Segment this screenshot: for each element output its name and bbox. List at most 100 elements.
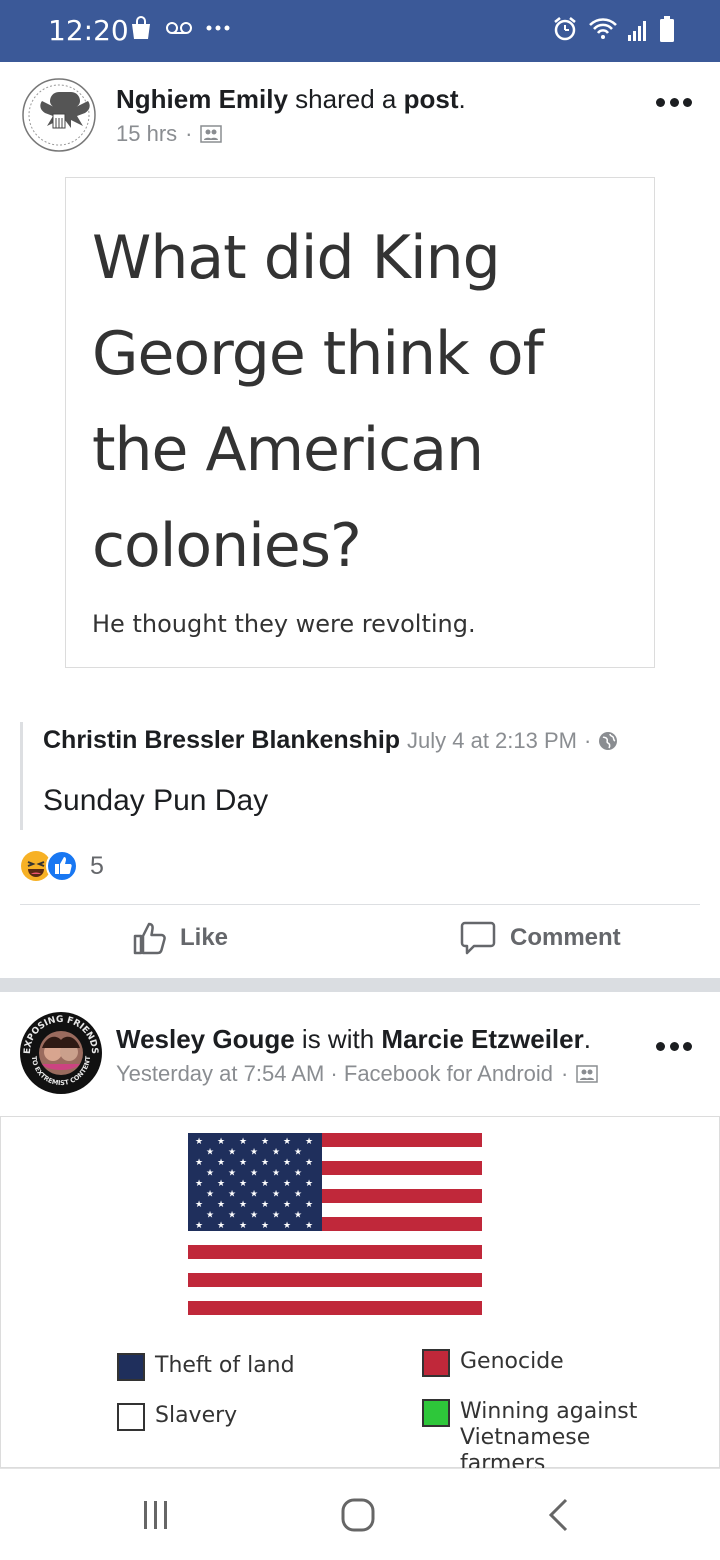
- battery-icon: [660, 16, 674, 42]
- voicemail-icon: [166, 22, 192, 34]
- flag-star: ★: [305, 1179, 313, 1189]
- divider: [20, 904, 700, 905]
- flag-star: ★: [195, 1221, 203, 1231]
- flag-star: ★: [305, 1221, 313, 1231]
- legend-swatch: [422, 1399, 450, 1427]
- flag-star: ★: [305, 1158, 313, 1168]
- shared-author-name[interactable]: Christin Bressler Blankenship: [43, 726, 400, 754]
- shared-post-attribution[interactable]: Christin Bressler Blankenship July 4 at …: [20, 722, 700, 830]
- flag-star: ★: [217, 1158, 225, 1168]
- flag-star: ★: [261, 1158, 269, 1168]
- flag-star: ★: [294, 1148, 302, 1158]
- flag-star: ★: [217, 1137, 225, 1147]
- flag-star: ★: [206, 1169, 214, 1179]
- more-notifications-icon: [206, 25, 230, 31]
- flag-star: ★: [217, 1221, 225, 1231]
- globe-icon: [599, 732, 618, 750]
- flag-star: ★: [305, 1137, 313, 1147]
- flag-star: ★: [228, 1211, 236, 1221]
- status-time: 12:20: [48, 14, 129, 47]
- flag-star: ★: [250, 1190, 258, 1200]
- flag-star: ★: [283, 1200, 291, 1210]
- post-header-title: Nghiem Emily shared a post.: [116, 84, 466, 114]
- thumbs-up-icon: [133, 922, 166, 955]
- feed-separator: [0, 978, 720, 992]
- legend-item: Theft of land: [117, 1353, 295, 1381]
- legend-swatch: [117, 1403, 145, 1431]
- flag-star: ★: [261, 1137, 269, 1147]
- back-icon[interactable]: [546, 1497, 572, 1533]
- friends-privacy-icon: [200, 125, 223, 143]
- flag-star: ★: [195, 1137, 203, 1147]
- meme-answer: He thought they were revolting.: [92, 610, 476, 638]
- flag-star: ★: [250, 1169, 258, 1179]
- flag-star: ★: [239, 1221, 247, 1231]
- author-name[interactable]: Wesley Gouge: [116, 1024, 295, 1054]
- post-link[interactable]: post: [404, 84, 459, 114]
- flag-star: ★: [272, 1169, 280, 1179]
- flag-star: ★: [228, 1190, 236, 1200]
- home-icon[interactable]: [340, 1497, 376, 1533]
- shopping-bag-icon: [132, 16, 150, 39]
- flag-star: ★: [250, 1211, 258, 1221]
- like-reaction-icon: [46, 850, 78, 882]
- tagged-person[interactable]: Marcie Etzweiler: [381, 1024, 583, 1054]
- flag-star: ★: [272, 1148, 280, 1158]
- comment-icon: [460, 921, 496, 955]
- shared-post-date[interactable]: July 4 at 2:13 PM: [407, 728, 577, 753]
- post-time[interactable]: 15 hrs: [116, 121, 177, 147]
- flag-star: ★: [283, 1179, 291, 1189]
- comment-button[interactable]: Comment: [460, 920, 621, 956]
- flag-star: ★: [217, 1200, 225, 1210]
- friends-privacy-icon: [576, 1065, 599, 1083]
- shared-post-text: Sunday Pun Day: [43, 784, 269, 817]
- flag-star: ★: [239, 1158, 247, 1168]
- flag-star: ★: [228, 1148, 236, 1158]
- legend-item: Genocide: [422, 1349, 564, 1377]
- flag-star: ★: [294, 1190, 302, 1200]
- flag-star: ★: [250, 1148, 258, 1158]
- flag-star: ★: [239, 1200, 247, 1210]
- post-time[interactable]: Yesterday at 7:54 AM · Facebook for Andr…: [116, 1061, 553, 1087]
- legend-swatch: [422, 1349, 450, 1377]
- flag-star: ★: [283, 1158, 291, 1168]
- meme-image[interactable]: What did King George think of the Americ…: [65, 177, 655, 668]
- recent-apps-icon[interactable]: [140, 1499, 172, 1531]
- group-avatar[interactable]: EXPOSING FRIENDS TO EXTREMIST CONTENT: [20, 1012, 102, 1094]
- legend-item: Slavery: [117, 1403, 237, 1431]
- reactions-summary[interactable]: 5: [20, 850, 104, 882]
- meme-question: What did King George think of the Americ…: [92, 223, 544, 581]
- flag-star: ★: [305, 1200, 313, 1210]
- wifi-icon: [589, 18, 617, 39]
- seal-avatar[interactable]: [20, 76, 98, 154]
- flag-star: ★: [294, 1211, 302, 1221]
- legend-swatch: [117, 1353, 145, 1381]
- flag-star: ★: [228, 1169, 236, 1179]
- flag-star: ★: [195, 1200, 203, 1210]
- alarm-icon: [554, 17, 576, 41]
- flag-star: ★: [206, 1148, 214, 1158]
- flag-star: ★: [261, 1221, 269, 1231]
- signal-icon: [628, 21, 646, 41]
- flag-star: ★: [283, 1137, 291, 1147]
- flag-image[interactable]: ★ ★ ★ ★ ★ ★ ★ ★ ★ ★ ★ ★ ★ ★ ★ ★ ★ ★ ★ ★ ★ ★ ★ ★ ★ ★ ★ ★ ★ ★ ★ ★ ★ ★ ★ ★ ★ ★ ★ ★…: [0, 1116, 720, 1476]
- flag-star: ★: [206, 1190, 214, 1200]
- post-header-title: Wesley Gouge is with Marcie Etzweiler.: [116, 1024, 591, 1054]
- post-options-button[interactable]: [656, 98, 692, 110]
- post-card: EXPOSING FRIENDS TO EXTREMIST CONTENT We…: [0, 992, 720, 1476]
- flag-star: ★: [217, 1179, 225, 1189]
- flag-star: ★: [239, 1179, 247, 1189]
- us-flag-illustration: ★ ★ ★ ★ ★ ★★ ★ ★ ★ ★★ ★ ★ ★ ★ ★★ ★ ★ ★ ★★ ★ ★ ★ ★ ★★ ★ ★ ★ ★★ ★ ★ ★ ★ ★★…: [188, 1133, 482, 1317]
- flag-star: ★: [272, 1190, 280, 1200]
- reaction-count: 5: [90, 851, 104, 880]
- flag-star: ★: [206, 1211, 214, 1221]
- system-navigation-bar: [0, 1468, 720, 1560]
- like-button[interactable]: Like: [132, 920, 228, 956]
- post-options-button[interactable]: [656, 1042, 692, 1054]
- flag-star: ★: [195, 1179, 203, 1189]
- flag-star: ★: [261, 1200, 269, 1210]
- flag-star: ★: [272, 1211, 280, 1221]
- author-name[interactable]: Nghiem Emily: [116, 84, 288, 114]
- legend-item: Winning against Vietnamese farmers: [422, 1399, 682, 1477]
- flag-star: ★: [283, 1221, 291, 1231]
